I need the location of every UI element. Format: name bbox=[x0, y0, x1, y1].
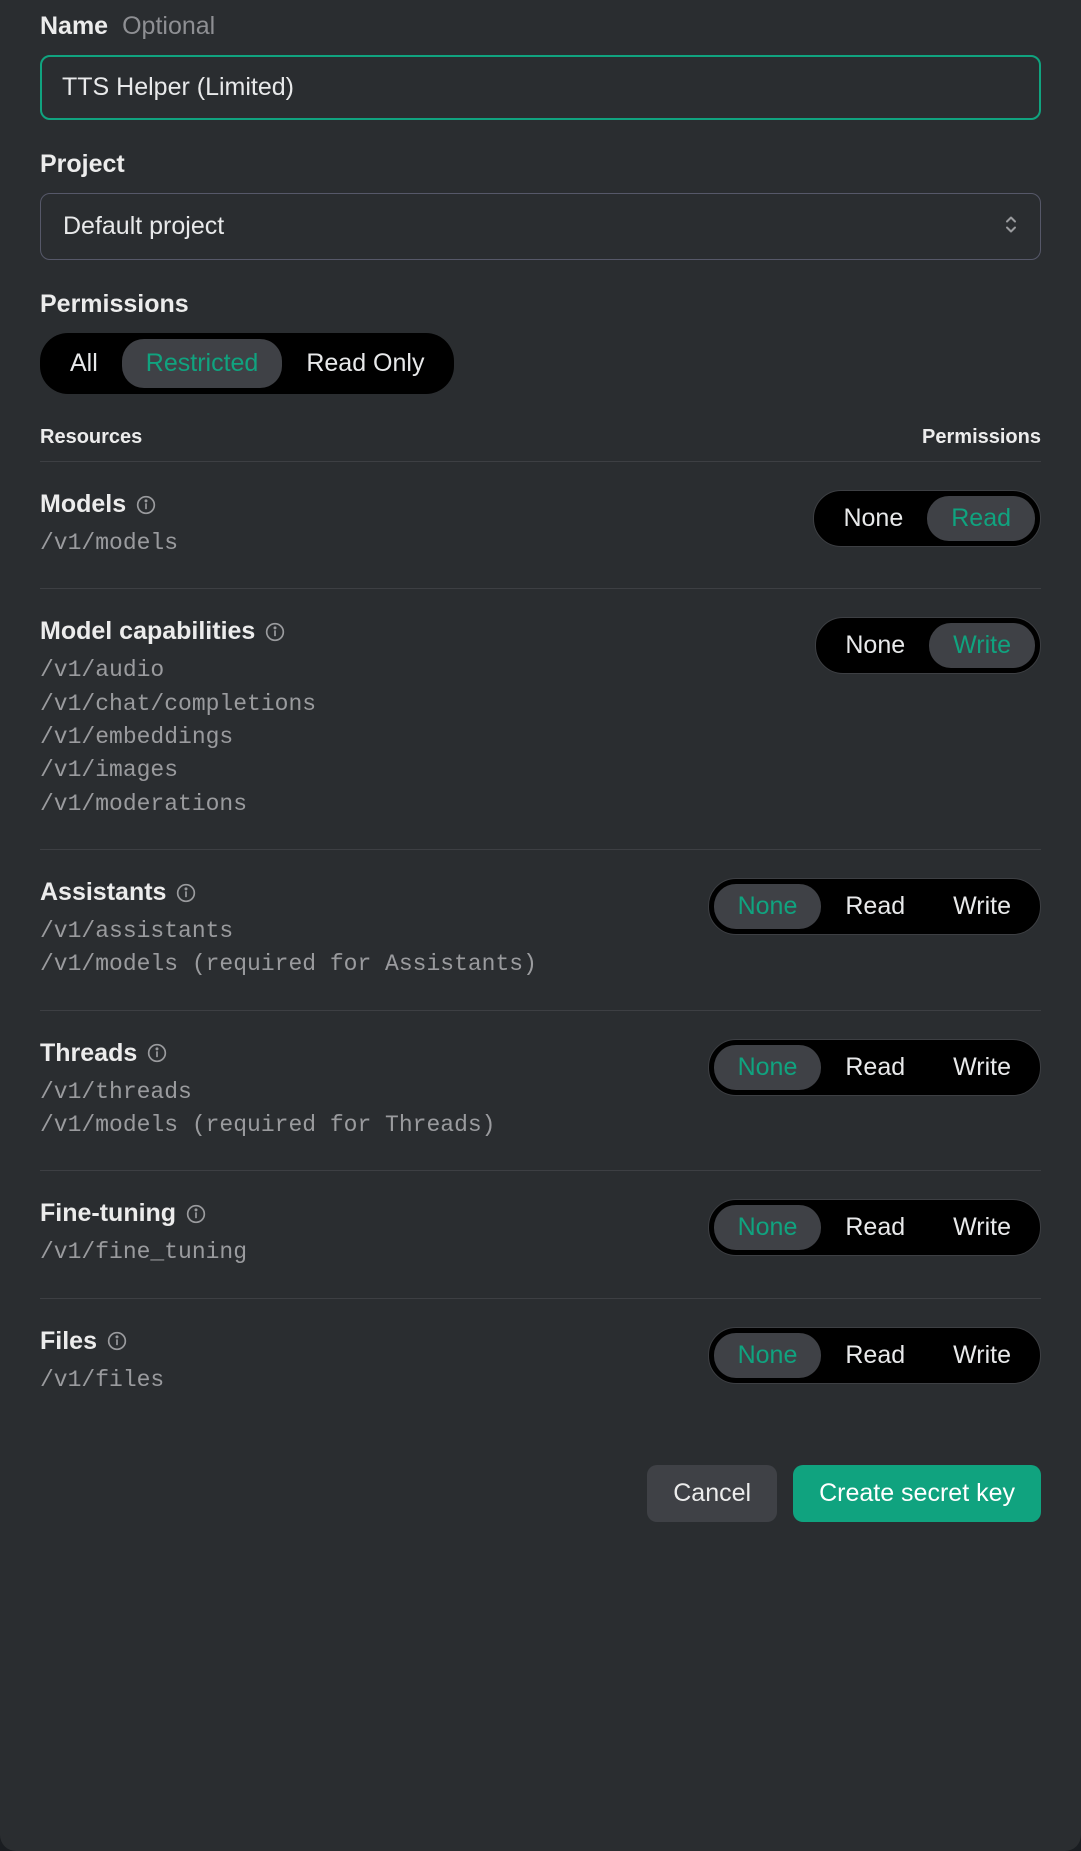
endpoint: /v1/embeddings bbox=[40, 721, 815, 754]
resource-row-threads: Threads/v1/threads/v1/models (required f… bbox=[40, 1011, 1041, 1172]
permission-read-button[interactable]: Read bbox=[821, 1205, 929, 1250]
dialog-footer: Cancel Create secret key bbox=[40, 1425, 1041, 1522]
endpoint: /v1/audio bbox=[40, 654, 815, 687]
resource-title-row: Models bbox=[40, 490, 813, 519]
permission-none-button[interactable]: None bbox=[714, 1333, 822, 1378]
resource-title: Model capabilities bbox=[40, 617, 255, 646]
permissions-col-header: Permissions bbox=[922, 426, 1041, 449]
name-label: Name bbox=[40, 12, 108, 41]
project-select[interactable]: Default project bbox=[40, 193, 1041, 260]
info-icon[interactable] bbox=[265, 622, 285, 642]
info-icon[interactable] bbox=[107, 1331, 127, 1351]
name-label-row: Name Optional bbox=[40, 12, 1041, 41]
permission-read-button[interactable]: Read bbox=[821, 884, 929, 929]
resource-title: Assistants bbox=[40, 878, 166, 907]
resource-endpoints: /v1/files bbox=[40, 1364, 708, 1397]
tab-restricted[interactable]: Restricted bbox=[122, 339, 283, 388]
permissions-tabs: All Restricted Read Only bbox=[40, 333, 454, 394]
cancel-button[interactable]: Cancel bbox=[647, 1465, 777, 1522]
resource-endpoints: /v1/models bbox=[40, 527, 813, 560]
permission-read-button[interactable]: Read bbox=[927, 496, 1035, 541]
resource-left: Models/v1/models bbox=[40, 490, 813, 560]
permissions-field-group: Permissions All Restricted Read Only bbox=[40, 290, 1041, 394]
resource-title-row: Threads bbox=[40, 1039, 708, 1068]
resource-left: Assistants/v1/assistants/v1/models (requ… bbox=[40, 878, 708, 982]
permissions-label-row: Permissions bbox=[40, 290, 1041, 319]
permission-none-button[interactable]: None bbox=[821, 623, 929, 668]
endpoint: /v1/files bbox=[40, 1364, 708, 1397]
resource-row-assistants: Assistants/v1/assistants/v1/models (requ… bbox=[40, 850, 1041, 1011]
resource-left: Files/v1/files bbox=[40, 1327, 708, 1397]
resource-title: Models bbox=[40, 490, 126, 519]
resource-endpoints: /v1/assistants/v1/models (required for A… bbox=[40, 915, 708, 982]
permission-none-button[interactable]: None bbox=[819, 496, 927, 541]
permission-toggle: NoneWrite bbox=[815, 617, 1041, 674]
resource-title: Files bbox=[40, 1327, 97, 1356]
permissions-label: Permissions bbox=[40, 290, 189, 319]
resource-row-fine-tuning: Fine-tuning/v1/fine_tuningNoneReadWrite bbox=[40, 1171, 1041, 1298]
endpoint: /v1/images bbox=[40, 754, 815, 787]
permission-none-button[interactable]: None bbox=[714, 884, 822, 929]
tab-all[interactable]: All bbox=[46, 339, 122, 388]
permission-toggle: NoneRead bbox=[813, 490, 1041, 547]
resource-left: Threads/v1/threads/v1/models (required f… bbox=[40, 1039, 708, 1143]
endpoint: /v1/chat/completions bbox=[40, 688, 815, 721]
resources-col-header: Resources bbox=[40, 426, 142, 449]
permission-none-button[interactable]: None bbox=[714, 1205, 822, 1250]
name-field-group: Name Optional bbox=[40, 12, 1041, 120]
resource-row-model-capabilities: Model capabilities/v1/audio/v1/chat/comp… bbox=[40, 589, 1041, 850]
tab-read-only[interactable]: Read Only bbox=[282, 339, 448, 388]
permission-write-button[interactable]: Write bbox=[929, 1205, 1035, 1250]
endpoint: /v1/models (required for Threads) bbox=[40, 1109, 708, 1142]
endpoint: /v1/fine_tuning bbox=[40, 1236, 708, 1269]
resources-rows: Models/v1/modelsNoneReadModel capabiliti… bbox=[40, 462, 1041, 1425]
resource-row-models: Models/v1/modelsNoneRead bbox=[40, 462, 1041, 589]
permission-read-button[interactable]: Read bbox=[821, 1333, 929, 1378]
info-icon[interactable] bbox=[136, 495, 156, 515]
endpoint: /v1/moderations bbox=[40, 788, 815, 821]
create-secret-key-button[interactable]: Create secret key bbox=[793, 1465, 1041, 1522]
permission-none-button[interactable]: None bbox=[714, 1045, 822, 1090]
info-icon[interactable] bbox=[186, 1204, 206, 1224]
permission-toggle: NoneReadWrite bbox=[708, 1199, 1041, 1256]
permission-toggle: NoneReadWrite bbox=[708, 1039, 1041, 1096]
resource-title-row: Model capabilities bbox=[40, 617, 815, 646]
resource-title-row: Fine-tuning bbox=[40, 1199, 708, 1228]
permission-write-button[interactable]: Write bbox=[929, 1045, 1035, 1090]
resource-title: Threads bbox=[40, 1039, 137, 1068]
info-icon[interactable] bbox=[147, 1043, 167, 1063]
resource-title: Fine-tuning bbox=[40, 1199, 176, 1228]
project-select-wrap: Default project bbox=[40, 193, 1041, 260]
permission-toggle: NoneReadWrite bbox=[708, 1327, 1041, 1384]
permission-write-button[interactable]: Write bbox=[929, 884, 1035, 929]
resource-row-files: Files/v1/filesNoneReadWrite bbox=[40, 1299, 1041, 1425]
permission-write-button[interactable]: Write bbox=[929, 1333, 1035, 1378]
resource-endpoints: /v1/fine_tuning bbox=[40, 1236, 708, 1269]
project-field-group: Project Default project bbox=[40, 150, 1041, 260]
resource-title-row: Assistants bbox=[40, 878, 708, 907]
endpoint: /v1/threads bbox=[40, 1076, 708, 1109]
endpoint: /v1/models bbox=[40, 527, 813, 560]
name-optional-label: Optional bbox=[122, 12, 215, 41]
endpoint: /v1/assistants bbox=[40, 915, 708, 948]
resource-title-row: Files bbox=[40, 1327, 708, 1356]
permission-toggle: NoneReadWrite bbox=[708, 878, 1041, 935]
resource-left: Fine-tuning/v1/fine_tuning bbox=[40, 1199, 708, 1269]
resource-endpoints: /v1/audio/v1/chat/completions/v1/embeddi… bbox=[40, 654, 815, 821]
resources-table-header: Resources Permissions bbox=[40, 404, 1041, 462]
name-input[interactable] bbox=[40, 55, 1041, 120]
permission-read-button[interactable]: Read bbox=[821, 1045, 929, 1090]
project-label-row: Project bbox=[40, 150, 1041, 179]
permission-write-button[interactable]: Write bbox=[929, 623, 1035, 668]
info-icon[interactable] bbox=[176, 883, 196, 903]
resource-left: Model capabilities/v1/audio/v1/chat/comp… bbox=[40, 617, 815, 821]
resource-endpoints: /v1/threads/v1/models (required for Thre… bbox=[40, 1076, 708, 1143]
endpoint: /v1/models (required for Assistants) bbox=[40, 948, 708, 981]
project-label: Project bbox=[40, 150, 125, 179]
create-key-dialog: Name Optional Project Default project Pe… bbox=[0, 0, 1081, 1851]
